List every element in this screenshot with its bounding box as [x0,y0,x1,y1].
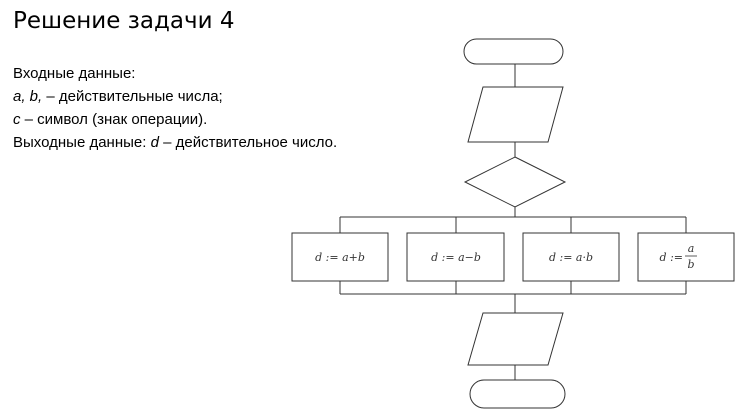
start-terminator [463,38,564,65]
end-terminator [469,379,566,409]
formula-sum: d := a+b [315,251,365,264]
formula-quotient: d := a b [660,242,697,271]
quotient-numerator: a [688,242,695,255]
quotient-lhs: d := [660,251,683,264]
flowchart: d := a+b d := a−b d := a·b d := a b [291,38,735,409]
quotient-denominator: b [687,258,694,271]
process-box-4 [637,232,735,282]
output-parallelogram [467,312,564,366]
formula-product: d := a·b [549,251,593,264]
formula-difference: d := a−b [431,251,481,264]
input-parallelogram [467,86,564,143]
decision-diamond [463,156,567,208]
